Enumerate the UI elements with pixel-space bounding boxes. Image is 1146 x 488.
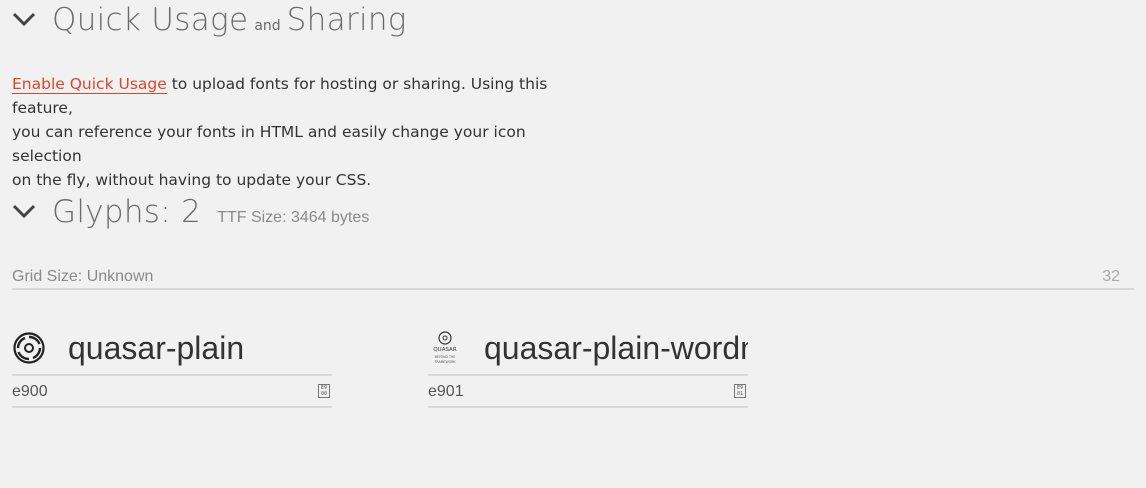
quasar-logo-icon bbox=[12, 326, 46, 370]
quick-usage-description: Enable Quick Usage to upload fonts for h… bbox=[12, 72, 592, 192]
chevron-down-icon[interactable] bbox=[12, 10, 38, 30]
glyph-code[interactable]: e901 bbox=[428, 383, 464, 401]
description-line2: you can reference your fonts in HTML and… bbox=[12, 123, 526, 165]
quick-usage-title-sharing: Sharing bbox=[286, 2, 407, 38]
glyph-code-box-icon: E9 00 bbox=[318, 384, 330, 398]
quick-usage-title: Quick Usage bbox=[52, 2, 249, 38]
glyph-code[interactable]: e900 bbox=[12, 383, 48, 401]
glyph-code-box-icon: E9 01 bbox=[734, 384, 746, 398]
glyph-name[interactable]: quasar-plain-wordmark bbox=[484, 330, 748, 367]
grid-size-label: Grid Size: Unknown bbox=[12, 268, 154, 285]
ttf-size: TTF Size: 3464 bytes bbox=[217, 209, 370, 226]
enable-quick-usage-link[interactable]: Enable Quick Usage bbox=[12, 75, 167, 94]
description-line3: on the fly, without having to update you… bbox=[12, 171, 372, 189]
svg-text:QUASAR: QUASAR bbox=[433, 347, 456, 353]
grid-size-bar[interactable]: Grid Size: Unknown 32 bbox=[12, 264, 1134, 290]
grid-size-value[interactable]: 32 bbox=[1102, 268, 1120, 286]
glyph-name[interactable]: quasar-plain bbox=[68, 330, 332, 367]
glyph-card[interactable]: QUASAR BEYOND THE FRAMEWORK quasar-plain… bbox=[428, 322, 748, 408]
glyphs-header[interactable]: Glyphs: 2 TTF Size: 3464 bytes bbox=[12, 194, 369, 230]
quick-usage-title-and: and bbox=[254, 18, 281, 34]
quick-usage-header[interactable]: Quick Usage and Sharing bbox=[12, 2, 407, 38]
quasar-wordmark-icon: QUASAR BEYOND THE FRAMEWORK bbox=[428, 326, 462, 370]
svg-text:FRAMEWORK: FRAMEWORK bbox=[435, 360, 457, 364]
chevron-down-icon[interactable] bbox=[12, 202, 38, 222]
glyphs-title: Glyphs: 2 bbox=[52, 194, 202, 230]
glyph-card[interactable]: quasar-plain e900 E9 00 bbox=[12, 322, 332, 408]
svg-text:BEYOND THE: BEYOND THE bbox=[435, 355, 456, 359]
